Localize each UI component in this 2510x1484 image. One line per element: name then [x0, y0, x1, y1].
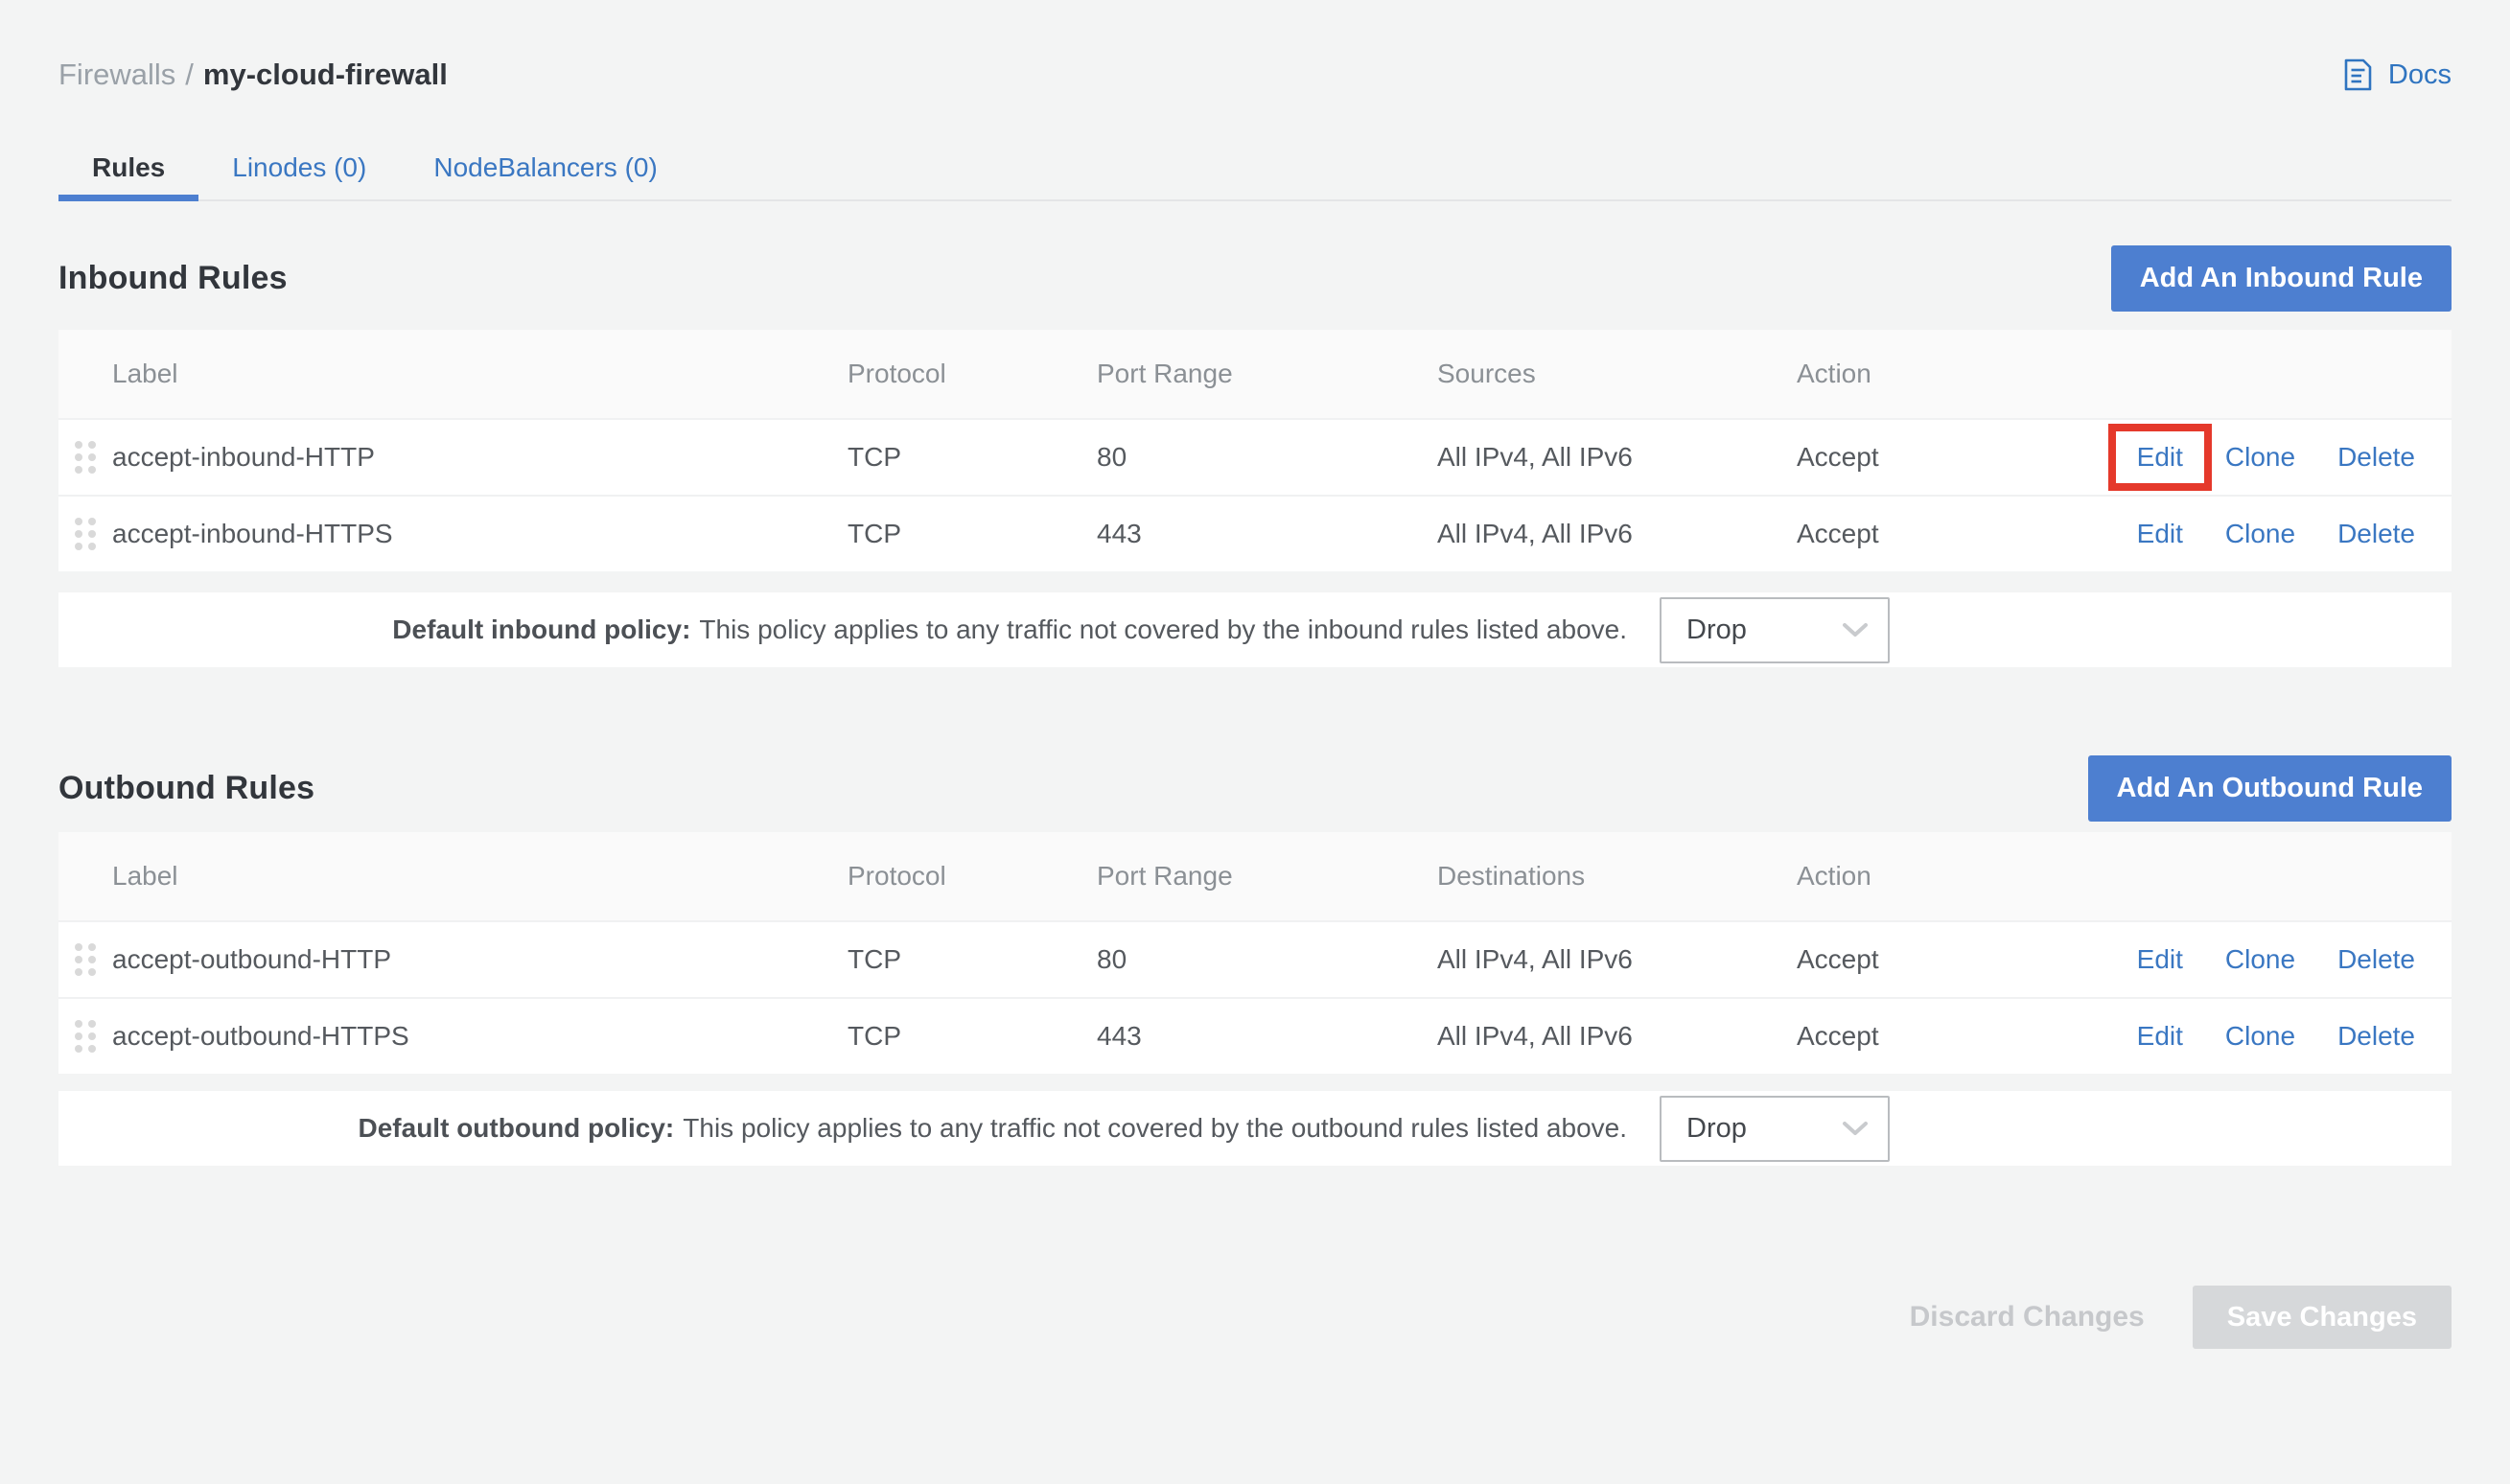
- docs-label: Docs: [2388, 59, 2452, 91]
- drag-handle-icon[interactable]: [75, 518, 96, 550]
- edit-link[interactable]: Edit: [2137, 519, 2183, 549]
- rule-port-range: 80: [1097, 944, 1437, 975]
- clone-link[interactable]: Clone: [2225, 944, 2295, 975]
- inbound-policy-label: Default inbound policy:: [392, 614, 690, 645]
- tab-rules[interactable]: Rules: [58, 140, 198, 201]
- breadcrumb: Firewalls / my-cloud-firewall: [58, 58, 448, 92]
- tab-bar: Rules Linodes (0) NodeBalancers (0): [58, 140, 2452, 201]
- inbound-section-header: Inbound Rules Add An Inbound Rule: [58, 243, 2452, 313]
- delete-link[interactable]: Delete: [2337, 519, 2415, 549]
- column-header-port-range: Port Range: [1097, 359, 1437, 389]
- outbound-rules-table: Label Protocol Port Range Destinations A…: [58, 832, 2452, 1074]
- breadcrumb-current-firewall: my-cloud-firewall: [203, 58, 448, 92]
- drag-handle-icon[interactable]: [75, 943, 96, 976]
- chevron-down-icon: [1842, 614, 1869, 646]
- rule-action: Accept: [1797, 442, 2103, 473]
- outbound-policy-label: Default outbound policy:: [359, 1113, 675, 1144]
- firewall-detail-page: Firewalls / my-cloud-firewall Docs Rules…: [58, 54, 2452, 1350]
- footer-actions: Discard Changes Save Changes: [58, 1285, 2452, 1350]
- rule-port-range: 443: [1097, 1021, 1437, 1052]
- delete-link[interactable]: Delete: [2337, 944, 2415, 975]
- rule-protocol: TCP: [848, 944, 1097, 975]
- outbound-section-header: Outbound Rules Add An Outbound Rule: [58, 754, 2452, 823]
- outbound-rule-row-https: accept-outbound-HTTPS TCP 443 All IPv4, …: [58, 997, 2452, 1074]
- rule-label: accept-inbound-HTTP: [112, 442, 848, 473]
- column-header-protocol: Protocol: [848, 359, 1097, 389]
- add-outbound-rule-button[interactable]: Add An Outbound Rule: [2088, 755, 2452, 822]
- inbound-rules-title: Inbound Rules: [58, 260, 288, 297]
- discard-changes-button[interactable]: Discard Changes: [1910, 1301, 2145, 1333]
- inbound-policy-description: This policy applies to any traffic not c…: [699, 614, 1627, 645]
- delete-link[interactable]: Delete: [2337, 442, 2415, 473]
- outbound-policy-row: Default outbound policy: This policy app…: [58, 1091, 2452, 1166]
- rule-action: Accept: [1797, 519, 2103, 549]
- inbound-rule-row-http: accept-inbound-HTTP TCP 80 All IPv4, All…: [58, 418, 2452, 495]
- column-header-sources: Sources: [1437, 359, 1797, 389]
- outbound-policy-select[interactable]: Drop: [1660, 1096, 1890, 1162]
- outbound-rule-row-http: accept-outbound-HTTP TCP 80 All IPv4, Al…: [58, 920, 2452, 997]
- delete-link[interactable]: Delete: [2337, 1021, 2415, 1052]
- rule-label: accept-inbound-HTTPS: [112, 519, 848, 549]
- drag-handle-icon[interactable]: [75, 1020, 96, 1053]
- edit-link[interactable]: Edit: [2137, 442, 2183, 473]
- rule-port-range: 80: [1097, 442, 1437, 473]
- column-header-port-range: Port Range: [1097, 861, 1437, 892]
- column-header-label: Label: [112, 359, 848, 389]
- edit-link[interactable]: Edit: [2137, 944, 2183, 975]
- docs-link[interactable]: Docs: [2338, 56, 2452, 94]
- breadcrumb-separator: /: [185, 58, 194, 92]
- add-inbound-rule-button[interactable]: Add An Inbound Rule: [2111, 245, 2452, 312]
- column-header-action: Action: [1797, 861, 2103, 892]
- outbound-policy-value: Drop: [1686, 1113, 1747, 1145]
- edit-link[interactable]: Edit: [2137, 1021, 2183, 1052]
- clone-link[interactable]: Clone: [2225, 1021, 2295, 1052]
- breadcrumb-firewalls-link[interactable]: Firewalls: [58, 58, 175, 92]
- inbound-policy-value: Drop: [1686, 614, 1747, 646]
- column-header-label: Label: [112, 861, 848, 892]
- edit-highlight-annotation: Edit: [2108, 424, 2212, 491]
- top-bar: Firewalls / my-cloud-firewall Docs: [58, 54, 2452, 96]
- rule-destinations: All IPv4, All IPv6: [1437, 944, 1797, 975]
- column-header-protocol: Protocol: [848, 861, 1097, 892]
- inbound-policy-select[interactable]: Drop: [1660, 597, 1890, 663]
- save-changes-button[interactable]: Save Changes: [2193, 1286, 2452, 1349]
- column-header-destinations: Destinations: [1437, 861, 1797, 892]
- inbound-rules-table: Label Protocol Port Range Sources Action…: [58, 330, 2452, 571]
- rule-destinations: All IPv4, All IPv6: [1437, 1021, 1797, 1052]
- outbound-table-header: Label Protocol Port Range Destinations A…: [58, 832, 2452, 920]
- chevron-down-icon: [1842, 1113, 1869, 1145]
- inbound-policy-row: Default inbound policy: This policy appl…: [58, 592, 2452, 667]
- inbound-table-header: Label Protocol Port Range Sources Action: [58, 330, 2452, 418]
- rule-action: Accept: [1797, 944, 2103, 975]
- clone-link[interactable]: Clone: [2225, 519, 2295, 549]
- rule-port-range: 443: [1097, 519, 1437, 549]
- tab-linodes[interactable]: Linodes (0): [198, 140, 400, 201]
- document-icon: [2338, 56, 2377, 94]
- drag-handle-icon[interactable]: [75, 441, 96, 474]
- tab-nodebalancers[interactable]: NodeBalancers (0): [400, 140, 690, 201]
- outbound-policy-description: This policy applies to any traffic not c…: [683, 1113, 1627, 1144]
- rule-protocol: TCP: [848, 1021, 1097, 1052]
- rule-label: accept-outbound-HTTPS: [112, 1021, 848, 1052]
- outbound-rules-title: Outbound Rules: [58, 770, 314, 807]
- rule-action: Accept: [1797, 1021, 2103, 1052]
- column-header-action: Action: [1797, 359, 2103, 389]
- rule-protocol: TCP: [848, 442, 1097, 473]
- rule-protocol: TCP: [848, 519, 1097, 549]
- clone-link[interactable]: Clone: [2225, 442, 2295, 473]
- rule-label: accept-outbound-HTTP: [112, 944, 848, 975]
- rule-sources: All IPv4, All IPv6: [1437, 519, 1797, 549]
- inbound-rule-row-https: accept-inbound-HTTPS TCP 443 All IPv4, A…: [58, 495, 2452, 571]
- rule-sources: All IPv4, All IPv6: [1437, 442, 1797, 473]
